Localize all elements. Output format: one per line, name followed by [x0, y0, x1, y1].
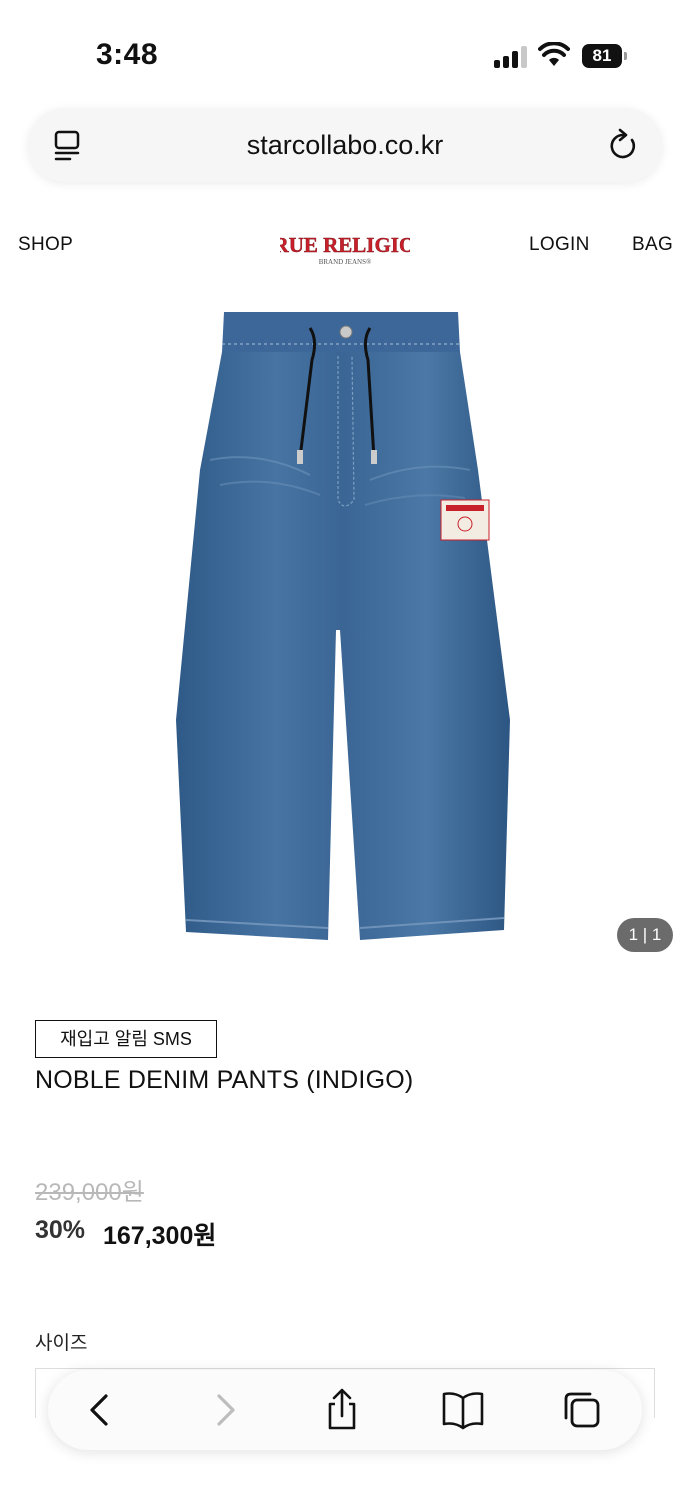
browser-toolbar: [48, 1370, 642, 1450]
discount-rate: 30%: [35, 1216, 86, 1244]
product-name: NOBLE DENIM PANTS (INDIGO): [35, 1066, 414, 1094]
back-icon[interactable]: [78, 1388, 122, 1432]
battery-level: 81: [582, 44, 622, 68]
status-bar: 3:48 81: [0, 0, 690, 100]
share-icon[interactable]: [320, 1388, 364, 1432]
image-counter: 1 | 1: [617, 918, 673, 952]
nav-shop[interactable]: SHOP: [18, 234, 73, 256]
nav-login[interactable]: LOGIN: [529, 234, 590, 256]
size-label: 사이즈: [35, 1333, 88, 1354]
wifi-icon: [538, 42, 570, 66]
address-bar[interactable]: starcollabo.co.kr: [28, 108, 662, 182]
bookmarks-icon[interactable]: [441, 1388, 485, 1432]
logo-text: TRUE RELIGION: [280, 233, 410, 257]
brand-logo[interactable]: TRUE RELIGION BRAND JEANS®: [280, 228, 410, 270]
forward-icon[interactable]: [203, 1388, 247, 1432]
restock-sms-button[interactable]: 재입고 알림 SMS: [35, 1020, 217, 1058]
sale-price: 167,300원: [103, 1222, 217, 1250]
reload-icon[interactable]: [608, 128, 638, 160]
logo-sub: BRAND JEANS®: [319, 258, 372, 266]
product-image[interactable]: [160, 300, 530, 960]
url-text[interactable]: starcollabo.co.kr: [28, 130, 662, 161]
tabs-icon[interactable]: [560, 1388, 604, 1432]
clock: 3:48: [96, 38, 159, 71]
site-header: SHOP TRUE RELIGION BRAND JEANS® LOGIN BA…: [0, 220, 690, 270]
battery-icon: 81: [582, 44, 628, 68]
nav-bag[interactable]: BAG: [632, 234, 673, 256]
signal-icon: [494, 46, 528, 68]
original-price: 239,000원: [35, 1179, 144, 1206]
